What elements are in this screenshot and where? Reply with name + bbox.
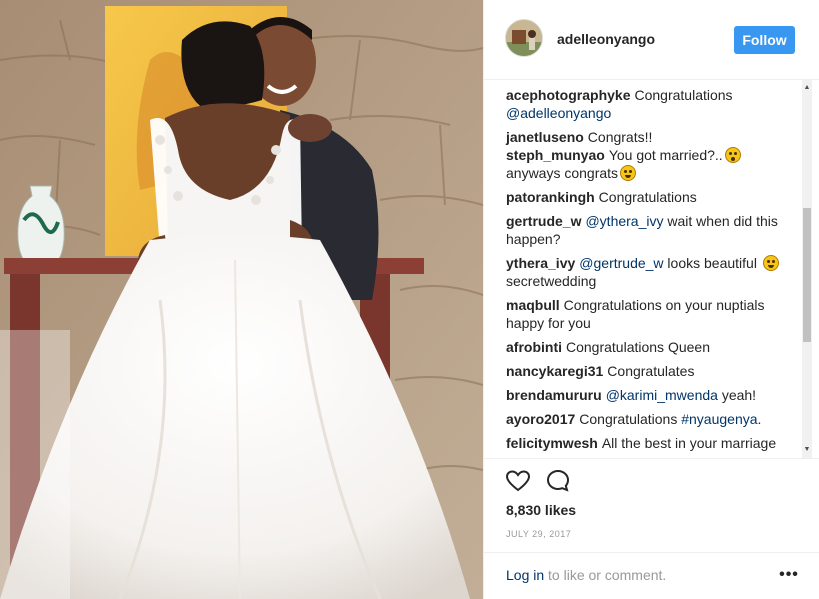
comment-text: secretwedding <box>506 273 597 289</box>
comment-username[interactable]: ythera_ivy <box>506 255 575 271</box>
comment-username[interactable]: ayoro2017 <box>506 411 575 427</box>
post-actions: 8,830 likes JULY 29, 2017 <box>484 458 819 552</box>
comment-text: Congratulations <box>598 189 697 205</box>
comment-text: Congratulates <box>607 363 695 379</box>
comment-row: nancykaregi31 Congratulates <box>506 362 796 380</box>
comment-mention-link[interactable]: @karimi_mwenda <box>606 387 718 403</box>
comment-row: ayoro2017 Congratulations #nyaugenya. <box>506 410 796 428</box>
scroll-up-arrow-icon[interactable]: ▲ <box>802 82 812 92</box>
comment-username[interactable]: acephotographyke <box>506 87 630 103</box>
comment-row: ythera_ivy @gertrude_w looks beautiful se… <box>506 254 796 290</box>
grin-emoji-icon <box>620 165 637 181</box>
ellipsis-icon[interactable]: ••• <box>778 565 800 585</box>
comment-row: patorankingh Congratulations <box>506 188 796 206</box>
comments-scrollbar[interactable]: ▲ ▼ <box>802 80 812 458</box>
post-header: adelleonyango Follow <box>484 0 819 80</box>
comment-text: . <box>757 411 762 427</box>
comment-username[interactable]: gertrude_w <box>506 213 581 229</box>
comment-username[interactable]: steph_munyao <box>506 147 605 163</box>
follow-button[interactable]: Follow <box>734 26 795 54</box>
post-sidebar: adelleonyango Follow acephotographyke Con… <box>483 0 819 599</box>
comment-row: felicitymwesh All the best in your marria… <box>506 434 796 452</box>
comment-username[interactable]: maqbull <box>506 297 560 313</box>
comment-username[interactable]: afrobinti <box>506 339 562 355</box>
login-prompt-text: to like or comment. <box>544 567 667 583</box>
post-author-username[interactable]: adelleonyango <box>557 31 655 47</box>
comment-row: maqbull Congratulations on your nuptials … <box>506 296 796 332</box>
comment-mention-link[interactable]: @adelleonyango <box>506 105 611 121</box>
like-count[interactable]: 8,830 likes <box>506 502 576 518</box>
comment-text: yeah! <box>717 387 757 403</box>
post-date: JULY 29, 2017 <box>506 529 572 539</box>
heart-icon[interactable] <box>504 467 532 495</box>
post-photo[interactable] <box>0 0 483 599</box>
comment-text: Congratulations <box>579 411 682 427</box>
comment-row: gertrude_w @ythera_ivy wait when did this… <box>506 212 796 248</box>
scrollbar-thumb[interactable] <box>803 208 811 342</box>
comment-row: janetluseno Congrats!! <box>506 128 796 146</box>
avatar-image <box>506 20 542 56</box>
post-footer: Log in to like or comment. ••• <box>484 552 819 599</box>
scroll-down-arrow-icon[interactable]: ▼ <box>802 444 812 454</box>
comment-username[interactable]: nancykaregi31 <box>506 363 603 379</box>
comment-mention-link[interactable]: #nyaugenya <box>681 411 757 427</box>
comment-text: anyways congrats <box>506 165 619 181</box>
comment-row: steph_munyao You got married?.. anyways c… <box>506 146 796 182</box>
comments-section[interactable]: acephotographyke Congratulations @adelleo… <box>484 80 819 458</box>
comment-text: looks beautiful <box>663 255 761 271</box>
surprised-emoji-icon <box>724 147 741 163</box>
comment-mention-link[interactable]: @ythera_ivy <box>585 213 663 229</box>
grin-emoji-icon <box>762 255 779 271</box>
comment-username[interactable]: brendamururu <box>506 387 602 403</box>
login-link[interactable]: Log in <box>506 567 544 583</box>
avatar[interactable] <box>505 19 543 57</box>
comment-text: Congratulations Queen <box>566 339 710 355</box>
comment-text: All the best in your marriage <box>601 435 777 451</box>
comment-row: afrobinti Congratulations Queen <box>506 338 796 356</box>
comment-username[interactable]: patorankingh <box>506 189 595 205</box>
wedding-photo-illustration <box>0 0 483 599</box>
comment-text: Congrats!! <box>587 129 653 145</box>
login-prompt: Log in to like or comment. <box>506 567 666 583</box>
comment-text: You got married?.. <box>608 147 723 163</box>
comment-bubble-icon[interactable] <box>544 467 572 495</box>
comment-username[interactable]: felicitymwesh <box>506 435 598 451</box>
comment-mention-link[interactable]: @gertrude_w <box>579 255 663 271</box>
comment-row: brendamururu @karimi_mwenda yeah! <box>506 386 796 404</box>
comment-text: Congratulations <box>634 87 733 103</box>
comment-username[interactable]: janetluseno <box>506 129 584 145</box>
comment-row: acephotographyke Congratulations @adelleo… <box>506 86 796 122</box>
